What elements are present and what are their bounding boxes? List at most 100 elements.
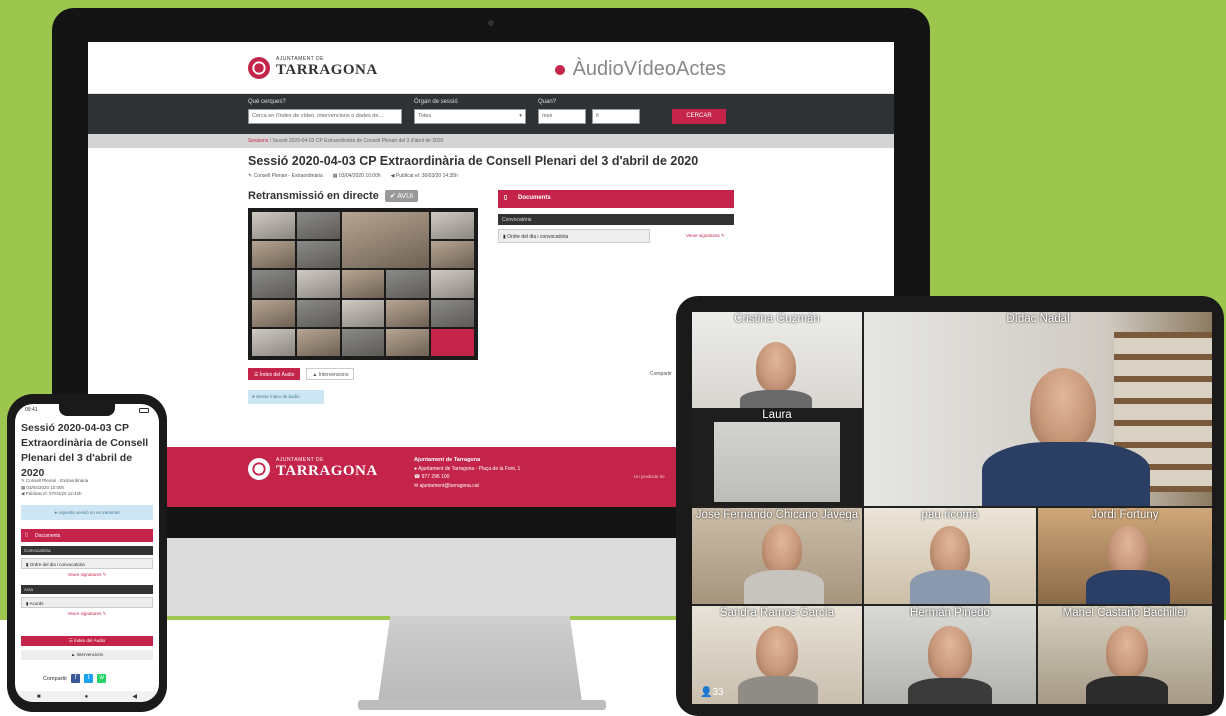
video-tile [252, 270, 295, 298]
participant-tile-manel[interactable]: Manel Castaño Bachiller [1038, 606, 1212, 704]
participant-body [908, 678, 992, 704]
back-nav-icon[interactable]: ◀ [132, 693, 137, 700]
participant-tile-laura[interactable]: Laura [692, 408, 862, 506]
webcam-dot [488, 20, 494, 26]
footer-phone[interactable]: 977 296 100 [422, 474, 450, 480]
home-nav-icon[interactable]: ● [85, 694, 89, 700]
tab-audio-index[interactable]: ☰ Índex del Àudio [248, 368, 301, 380]
participant-name: Sandra Ramos García [719, 607, 835, 619]
footer-logo-wordmark: TARRAGONA [276, 463, 378, 479]
phone-screen: 09:41 Sessió 2020-04-03 CP Extraordinàri… [15, 404, 159, 702]
dropdown-caret-icon: ▾ [519, 113, 522, 119]
meta-organ-text: Consell Plenari - Extraordinària [253, 173, 323, 179]
phone-meta-organ: Consell Plenari - Extraordinària [26, 478, 89, 483]
phone-audio-index-button[interactable]: ☰ Índex del Àudio [21, 636, 153, 646]
phone-page-title: Sessió 2020-04-03 CP Extraordinària de C… [21, 422, 149, 479]
document-item[interactable]: ▮ Ordre del dia i convocatòria [498, 229, 650, 243]
video-tile [386, 299, 430, 327]
video-tile [296, 328, 340, 356]
video-tile [431, 212, 474, 240]
footer-logo[interactable]: AJUNTAMENT DE TARRAGONA [248, 457, 378, 480]
pen-icon: ✎ [102, 611, 107, 616]
participant-body [1086, 570, 1170, 604]
video-tile [341, 270, 385, 298]
participant-tile-jordi[interactable]: Jordi Fortuny [1038, 508, 1212, 604]
phone-document-ordre-label: Ordre del dia i convocatòria [29, 562, 85, 567]
query-input[interactable]: Cerca en l'índex de vídeo, intervencions… [248, 109, 402, 124]
participant-tile-jose[interactable]: José Fernando Chicano Jávega [692, 508, 862, 604]
participant-face [762, 524, 802, 574]
phone-document-acord-label: Acords [29, 601, 44, 606]
video-tile [252, 212, 295, 240]
participant-body [1086, 676, 1168, 704]
participant-tile-didac[interactable]: Dídac Nadal [864, 312, 1212, 506]
video-tile [252, 241, 295, 269]
breadcrumb-separator: / [269, 138, 272, 144]
breadcrumb: Sessions / Sessió 2020-04-03 CP Extraord… [88, 134, 894, 148]
tarragona-emblem-icon [248, 457, 270, 480]
participant-tile-sandra[interactable]: Sandra Ramos García 👤33 [692, 606, 862, 704]
phone-audio-index-label: Índex del Àudio [74, 638, 106, 643]
square-nav-icon[interactable]: ■ [37, 694, 41, 700]
phone-icon: ☎ [414, 474, 422, 480]
session-meta: ✎ Consell Plenari - Extraordinària ▦ 03/… [248, 173, 458, 179]
phone-document-ordre[interactable]: ▮ Ordre del dia i convocatòria [21, 558, 153, 569]
phone-signatures-link-1[interactable]: Veure signatures ✎ [15, 572, 159, 578]
participant-name: Dídac Nadal [1006, 313, 1070, 325]
tab-interventions-label: Intervencions [318, 372, 349, 378]
video-tile [431, 241, 474, 269]
documents-header: ▯ Documents [498, 190, 734, 208]
video-tile [296, 212, 340, 240]
pen-icon: ✎ [102, 572, 107, 577]
footer-email[interactable]: ajuntament@tarragona.cat [420, 483, 479, 489]
logo-wordmark: TARRAGONA [276, 62, 378, 78]
participant-face [756, 626, 798, 678]
video-tile [296, 241, 340, 269]
participant-body [910, 570, 990, 604]
signatures-link[interactable]: Veure signatures ✎ [686, 233, 725, 239]
footer-address: Ajuntament de Tarragona - Plaça de la Fo… [418, 465, 521, 472]
participant-tile-pau[interactable]: pau ricomà [864, 508, 1036, 604]
participant-tile-herman[interactable]: Hermán Pinedo [864, 606, 1036, 704]
breadcrumb-sessions-link[interactable]: Sessions [248, 138, 268, 144]
phone-stream-notice-text: Aquesta sessió no es transmet [58, 510, 120, 515]
search-button[interactable]: CERCAR [672, 109, 726, 124]
participant-tile-cristina[interactable]: Cristina Guzmán [692, 312, 862, 408]
organ-select[interactable]: Totes ▾ [414, 109, 526, 124]
tarragona-logo[interactable]: AJUNTAMENT DE TARRAGONA [248, 56, 378, 79]
audio-index-notice: ● Sense índex de àudio [248, 390, 324, 404]
signatures-link-text: Veure signatures [686, 233, 720, 238]
footer-product-credit: Un producte de [634, 474, 665, 479]
video-tile [296, 299, 340, 327]
when-month-input[interactable]: mes [538, 109, 586, 124]
tab-audio-index-label: Índex del Àudio [259, 372, 295, 378]
video-tile [296, 270, 340, 298]
query-label: Què cerques? [248, 99, 286, 105]
whatsapp-icon[interactable]: w [97, 674, 107, 683]
phone-signatures-link-2[interactable]: Veure signatures ✎ [15, 611, 159, 617]
phone-notch [59, 404, 115, 416]
when-label: Quan? [538, 99, 557, 105]
phone-section-convocatoria: Convocatòria [21, 546, 153, 555]
page-title: Sessió 2020-04-03 CP Extraordinària de C… [248, 154, 699, 168]
meta-date: ▦ 03/04/2020 10:00h [333, 173, 381, 179]
video-call-screen: 9:41 AM Wed Apr 8 Cristina Guzmán Laura … [692, 312, 1212, 704]
footer-contact: Ajuntament de Tarragona ● Ajuntament de … [414, 456, 520, 490]
meta-published-text: Publicat el: 30/03/20 14:35h [395, 173, 458, 179]
when-year-input[interactable]: fi [592, 109, 640, 124]
phone-document-acord[interactable]: ▮ Acords [21, 597, 153, 608]
live-video-player[interactable] [248, 208, 478, 360]
product-brand[interactable]: ÀudioVídeoActes [554, 58, 726, 81]
tab-interventions[interactable]: ▲ Intervencions [306, 368, 355, 380]
organ-select-value: Totes [418, 113, 432, 119]
participants-count[interactable]: 👤33 [700, 687, 724, 698]
facebook-icon[interactable]: f [71, 674, 81, 683]
phone-session-meta: ✎ Consell Plenari - Extraordinària ▦ 03/… [21, 478, 88, 498]
search-bar: Què cerques? Cerca en l'índex de vídeo, … [88, 94, 894, 134]
phone-interventions-button[interactable]: ▲ Intervencions [21, 650, 153, 660]
twitter-icon[interactable]: t [84, 674, 94, 683]
documents-title: Documents [518, 195, 551, 201]
participant-name: Hermán Pinedo [910, 607, 990, 619]
phone-meta-date: 03/04/2020 10:00h [26, 484, 65, 490]
video-tile [341, 328, 385, 356]
